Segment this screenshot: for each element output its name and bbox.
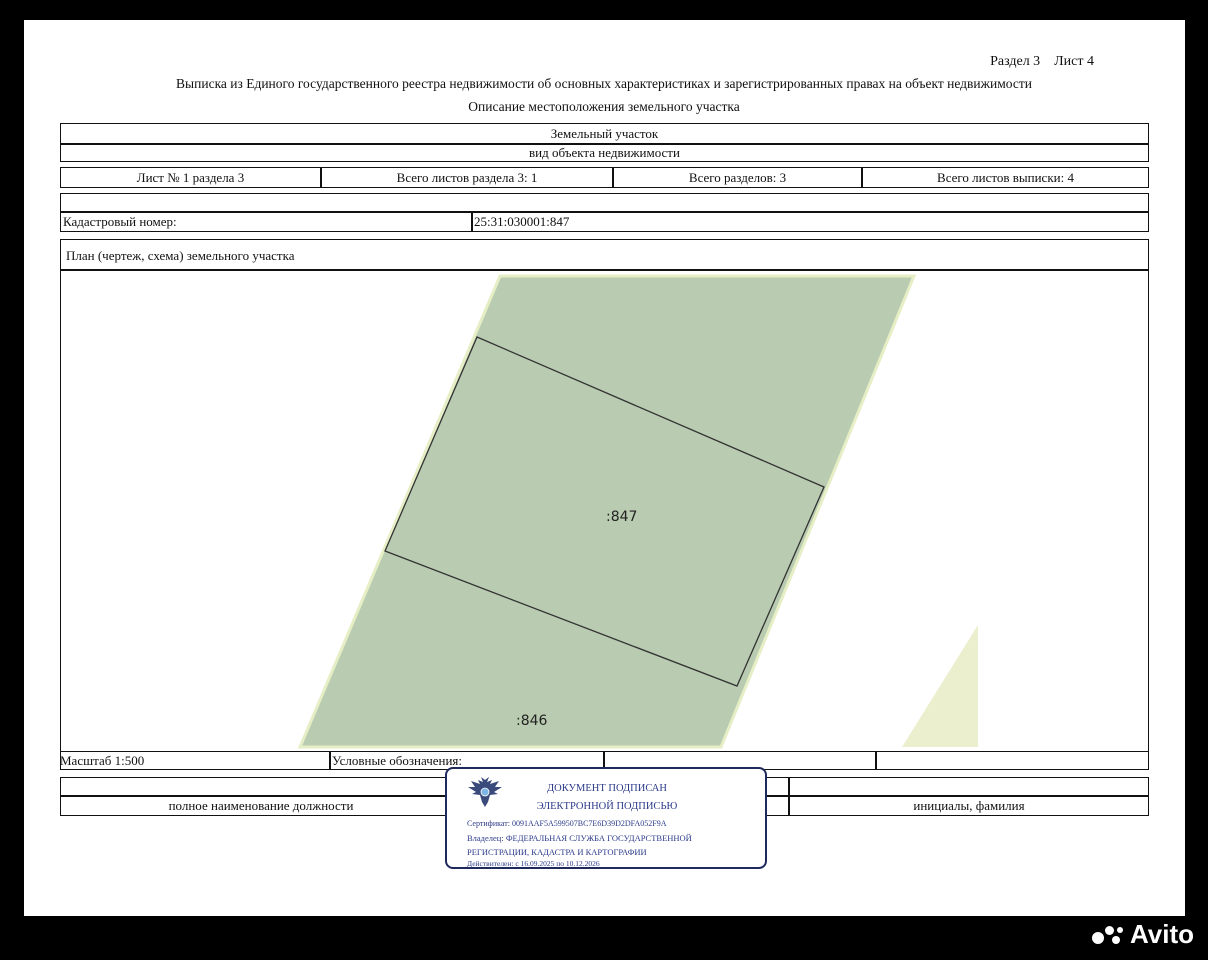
scale-label: Масштаб 1:500 — [60, 753, 145, 768]
document-subtitle: Описание местоположения земельного участ… — [468, 99, 740, 114]
eagle-emblem-icon — [468, 777, 502, 807]
sheets-table: Лист № 1 раздела 3 Всего листов раздела … — [60, 167, 1149, 188]
stamp-owner-line2: РЕГИСТРАЦИИ, КАДАСТРА И КАРТОГРАФИИ — [467, 847, 647, 857]
cadastral-table: Кадастровый номер: 25:31:030001:847 — [60, 193, 1149, 232]
total-sections: Всего разделов: 3 — [688, 169, 787, 185]
divider — [875, 752, 877, 770]
document-page: Раздел 3 Лист 4 Выписка из Единого госуд… — [24, 20, 1185, 916]
other-parcel-area — [902, 625, 978, 747]
avito-watermark: Avito — [1091, 919, 1194, 950]
object-type: Земельный участок — [550, 126, 659, 141]
avito-watermark-text: Avito — [1129, 919, 1194, 949]
stamp-validity: Действителен: с 16.09.2025 по 10.12.2026 — [467, 859, 600, 868]
plan-drawing: :847 :846 — [297, 274, 978, 749]
e-signature-stamp: ДОКУМЕНТ ПОДПИСАН ЭЛЕКТРОННОЙ ПОДПИСЬЮ С… — [445, 767, 767, 869]
total-extract-sheets: Всего листов выписки: 4 — [937, 169, 1074, 185]
plan-caption: План (чертеж, схема) земельного участка — [66, 248, 295, 263]
cadastral-number: 25:31:030001:847 — [474, 214, 570, 229]
divider — [471, 212, 473, 231]
avito-dots-icon — [1091, 924, 1124, 946]
stamp-line1: ДОКУМЕНТ ПОДПИСАН — [547, 783, 667, 794]
position-caption: полное наименование должности — [168, 798, 354, 813]
main-parcel-label: :847 — [606, 509, 637, 525]
total-section-sheets: Всего листов раздела 3: 1 — [396, 169, 538, 185]
sheet-number: Лист № 1 раздела 3 — [136, 169, 245, 185]
stamp-line2: ЭЛЕКТРОННОЙ ПОДПИСЬЮ — [536, 801, 678, 812]
plan-frame: План (чертеж, схема) земельного участка … — [60, 239, 1149, 770]
section-sheet-label: Раздел 3 Лист 4 — [990, 54, 1094, 69]
stamp-owner-line1: Владелец: ФЕДЕРАЛЬНАЯ СЛУЖБА ГОСУДАРСТВЕ… — [467, 833, 692, 843]
object-type-caption: вид объекта недвижимости — [529, 145, 680, 160]
neighbor-parcel-label: :846 — [516, 713, 548, 729]
document-title: Выписка из Единого государственного реес… — [176, 76, 1032, 91]
divider — [329, 752, 331, 770]
stamp-certificate: Сертификат: 0091AAF5A599507BC7E6D39D2DFA… — [467, 819, 667, 828]
name-caption: инициалы, фамилия — [913, 798, 1025, 813]
object-type-table: Земельный участок вид объекта недвижимос… — [60, 123, 1149, 162]
cadastral-label: Кадастровый номер: — [63, 214, 177, 229]
